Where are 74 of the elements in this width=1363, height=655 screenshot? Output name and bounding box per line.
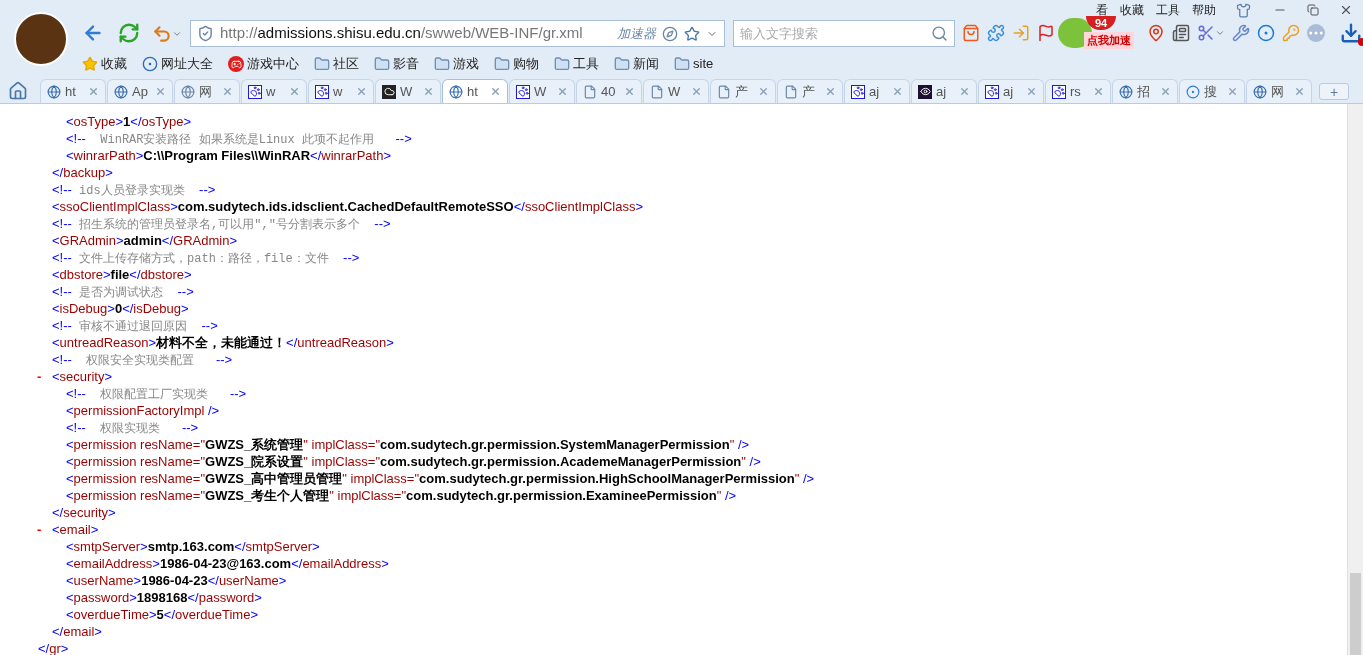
xml-close-tag: </backup> bbox=[52, 165, 113, 180]
bookmark-link[interactable]: 购物 bbox=[513, 54, 539, 74]
xml-open-tag: <security> bbox=[52, 369, 112, 384]
accelerator-label[interactable]: 加速器 bbox=[617, 23, 656, 44]
url-text: http://admissions.shisu.edu.cn/swweb/WEB-INF/gr.xml bbox=[220, 23, 583, 44]
new-tab-button[interactable]: + bbox=[1319, 83, 1349, 100]
bookmark-link[interactable]: 游戏 bbox=[453, 54, 479, 74]
collapse-toggle[interactable]: - bbox=[37, 521, 42, 538]
menu-item[interactable]: 看 bbox=[1096, 1, 1108, 19]
bookmark-link[interactable]: 新闻 bbox=[633, 54, 659, 74]
bookmark-link[interactable]: 收藏 bbox=[101, 54, 127, 74]
xml-element: <emailAddress>1986-04-23@163.com</emailAddress> bbox=[66, 556, 389, 571]
browser-tab[interactable]: Ap bbox=[107, 79, 173, 103]
xml-element: <overdueTime>5</overdueTime> bbox=[66, 607, 258, 622]
browser-tab[interactable]: rs bbox=[1045, 79, 1111, 103]
xml-element: <winrarPath>C:\\Program Files\\WinRAR</winrarPath> bbox=[66, 148, 391, 163]
xml-element: <permission resName="GWZS_考生个人管理" implClass="com.sudytech.gr.permission.ExamineePermission" /> bbox=[66, 488, 737, 503]
xml-comment: <!-- 审核不通过退回原因 --> bbox=[52, 318, 218, 333]
bookmark-link[interactable]: site bbox=[693, 54, 714, 74]
xml-close-tag: </gr> bbox=[38, 641, 69, 655]
boost-label[interactable]: 点我加速 bbox=[1084, 32, 1134, 49]
browser-tab[interactable]: W bbox=[375, 79, 441, 103]
xml-element: <permission resName="GWZS_高中管理员管理" implClass="com.sudytech.gr.permission.HighSchoolManagerPermission" /> bbox=[66, 471, 815, 486]
xml-comment: <!-- 文件上传存储方式，path：路径，file：文件 --> bbox=[52, 250, 360, 265]
xml-element: <dbstore>file</dbstore> bbox=[52, 267, 192, 282]
bookmark-link[interactable]: 游戏中心 bbox=[247, 54, 299, 74]
browser-tab[interactable]: W bbox=[643, 79, 709, 103]
xml-element: <ssoClientImplClass>com.sudytech.ids.idsclient.CachedDefaultRemoteSSO</ssoClientImplClass> bbox=[52, 199, 643, 214]
xml-close-tag: </email> bbox=[52, 624, 102, 639]
browser-tab[interactable]: 招 bbox=[1112, 79, 1178, 103]
xml-comment: <!-- 招生系统的管理员登录名,可以用","号分割表示多个 --> bbox=[52, 216, 391, 231]
xml-comment: <!-- WinRAR安装路径 如果系统是Linux 此项不起作用 --> bbox=[66, 131, 412, 146]
xml-element: <permissionFactoryImpl /> bbox=[66, 403, 220, 418]
collapse-toggle[interactable]: - bbox=[37, 368, 42, 385]
xml-element: <permission resName="GWZS_院系设置" implClass="com.sudytech.gr.permission.AcademeManagerPermission" /> bbox=[66, 454, 761, 469]
xml-comment: <!-- 权限安全实现类配置 --> bbox=[52, 352, 233, 367]
xml-element: <isDebug>0</isDebug> bbox=[52, 301, 189, 316]
menu-item[interactable]: 工具 bbox=[1156, 1, 1180, 19]
xml-open-tag: <email> bbox=[52, 522, 99, 537]
xml-comment: <!-- ids人员登录实现类 --> bbox=[52, 182, 216, 197]
xml-comment: <!-- 是否为调试状态 --> bbox=[52, 284, 194, 299]
address-bar[interactable]: http://admissions.shisu.edu.cn/swweb/WEB-INF/gr.xml 加速器 bbox=[190, 20, 725, 47]
browser-tab[interactable]: 网 bbox=[1246, 79, 1312, 103]
notification-badge: 94 bbox=[1086, 16, 1116, 30]
xml-element: <smtpServer>smtp.163.com</smtpServer> bbox=[66, 539, 320, 554]
bookmark-link[interactable]: 影音 bbox=[393, 54, 419, 74]
browser-tab[interactable]: ht bbox=[40, 79, 106, 103]
browser-tab[interactable]: 网 bbox=[174, 79, 240, 103]
xml-element: <osType>1</osType> bbox=[66, 114, 192, 129]
browser-tab[interactable]: aj bbox=[844, 79, 910, 103]
menu-item[interactable]: 帮助 bbox=[1192, 1, 1216, 19]
xml-comment: <!-- 权限配置工厂实现类 --> bbox=[66, 386, 247, 401]
browser-tab[interactable]: 产 bbox=[710, 79, 776, 103]
xml-element: <untreadReason>材料不全，未能通过！</untreadReason> bbox=[52, 335, 394, 350]
xml-element: <GRAdmin>admin</GRAdmin> bbox=[52, 233, 237, 248]
xml-element: <permission resName="GWZS_系统管理" implClass="com.sudytech.gr.permission.SystemManagerPermission" /> bbox=[66, 437, 750, 452]
browser-tab[interactable]: 产 bbox=[777, 79, 843, 103]
browser-tab[interactable]: aj bbox=[978, 79, 1044, 103]
xml-element: <userName>1986-04-23</userName> bbox=[66, 573, 287, 588]
browser-tab[interactable]: 40 bbox=[576, 79, 642, 103]
bookmark-link[interactable]: 网址大全 bbox=[161, 54, 213, 74]
browser-tab[interactable]: W bbox=[509, 79, 575, 103]
search-field[interactable]: 输入文字搜索 bbox=[733, 20, 955, 47]
browser-tab[interactable]: 搜 bbox=[1179, 79, 1245, 103]
browser-tab[interactable]: w bbox=[308, 79, 374, 103]
browser-tab[interactable]: w bbox=[241, 79, 307, 103]
xml-element: <password>1898168</password> bbox=[66, 590, 262, 605]
xml-comment: <!-- 权限实现类 --> bbox=[66, 420, 199, 435]
bookmark-link[interactable]: 工具 bbox=[573, 54, 599, 74]
browser-tab[interactable]: ht bbox=[442, 79, 508, 103]
menu-item[interactable]: 收藏 bbox=[1120, 1, 1144, 19]
xml-close-tag: </security> bbox=[52, 505, 116, 520]
browser-tab[interactable]: aj bbox=[911, 79, 977, 103]
bookmark-link[interactable]: 社区 bbox=[333, 54, 359, 74]
